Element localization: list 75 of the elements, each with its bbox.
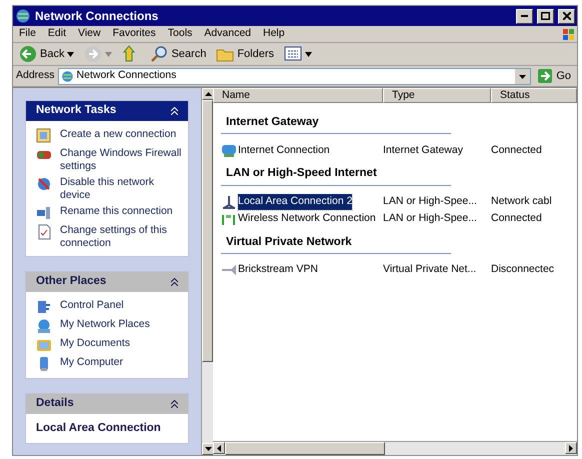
group-header: Internet Gateway <box>221 114 451 134</box>
task-link[interactable]: My Documents <box>36 337 182 353</box>
table-cell-text: Internet Gateway <box>383 142 464 158</box>
task-link[interactable]: Disable this network device <box>36 176 182 202</box>
table-cell-text: Connected <box>491 211 543 226</box>
menu-item[interactable]: View <box>72 26 107 42</box>
table-cell-text: Network cabl <box>491 194 553 210</box>
panel-header[interactable]: Details <box>26 394 188 414</box>
address-label: Address <box>16 68 55 84</box>
column-header[interactable]: Type <box>383 88 491 103</box>
menu-item[interactable]: Help <box>257 26 291 42</box>
connection-name[interactable]: Wireless Network Connection <box>238 211 376 227</box>
scroll-left-icon[interactable] <box>217 444 221 452</box>
table-cell-text: Disconnectec <box>491 262 556 278</box>
network-plug-icon <box>221 194 237 210</box>
search-button[interactable]: Search <box>147 45 210 63</box>
window-title: Network Connections <box>35 8 160 25</box>
table-cell-text: LAN or High-Spee... <box>383 194 478 210</box>
dropdown-arrow-icon <box>67 52 74 56</box>
menu-item[interactable]: Tools <box>162 26 198 42</box>
connection-name[interactable]: Local Area Connection 2 <box>238 194 352 210</box>
globe-icon <box>60 70 74 82</box>
collapse-icon[interactable] <box>171 400 178 408</box>
address-field[interactable]: Network Connections <box>58 68 532 84</box>
gateway-icon <box>221 142 237 159</box>
globe-icon <box>15 8 31 24</box>
close-icon <box>562 12 570 20</box>
minimize-icon <box>521 15 528 17</box>
go-arrow-icon <box>537 68 554 84</box>
collapse-icon[interactable] <box>171 278 178 286</box>
connection-name[interactable]: Internet Connection <box>238 142 330 159</box>
document-check-icon <box>36 224 52 240</box>
folder-icon <box>36 337 52 353</box>
go-button[interactable]: Go <box>534 68 574 84</box>
maximize-icon <box>541 12 550 20</box>
table-cell-text: Connected <box>491 142 543 158</box>
scroll-down-icon[interactable] <box>204 447 212 451</box>
dropdown-arrow-icon <box>305 52 312 56</box>
menu-item[interactable]: File <box>13 26 42 42</box>
column-header[interactable]: Name <box>213 88 383 103</box>
menu-item[interactable]: Favorites <box>106 26 162 42</box>
close-button[interactable] <box>558 8 575 24</box>
panel-header[interactable]: Network Tasks <box>26 101 188 121</box>
table-cell-text: Virtual Private Net... <box>383 262 478 278</box>
menu-item[interactable]: Advanced <box>198 26 257 42</box>
connection-name[interactable]: Brickstream VPN <box>238 262 318 278</box>
disable-icon <box>36 176 52 192</box>
maximize-button[interactable] <box>537 8 554 24</box>
table-cell-text: LAN or High-Spee... <box>383 211 478 226</box>
panel-header[interactable]: Other Places <box>26 272 188 292</box>
back-button[interactable]: Back <box>16 45 78 63</box>
minimize-button[interactable] <box>516 8 533 24</box>
search-icon <box>150 45 168 63</box>
task-link[interactable]: Create a new connection <box>36 128 182 144</box>
task-link[interactable]: Control Panel <box>36 299 182 315</box>
column-header[interactable]: Status <box>491 88 577 103</box>
task-link[interactable]: Change settings of this connection <box>36 224 182 250</box>
new-connection-icon <box>36 128 52 144</box>
views-icon <box>284 45 302 63</box>
scroll-up-icon[interactable] <box>204 92 212 96</box>
group-header: LAN or High-Speed Internet <box>221 165 451 186</box>
network-globe-icon <box>36 318 52 334</box>
rename-icon <box>36 205 52 221</box>
menu-item[interactable]: Edit <box>42 26 72 42</box>
windows-logo-icon <box>561 26 577 42</box>
control-panel-icon <box>36 299 52 315</box>
task-link[interactable]: My Computer <box>36 356 182 372</box>
group-header: Virtual Private Network <box>221 234 451 254</box>
dropdown-arrow-icon <box>105 52 112 56</box>
details-title: Local Area Connection <box>36 421 162 436</box>
folders-button[interactable]: Folders <box>213 45 278 63</box>
task-link[interactable]: Change Windows Firewall settings <box>36 147 182 173</box>
task-link[interactable]: Rename this connection <box>36 205 182 221</box>
scroll-right-icon[interactable] <box>569 444 573 452</box>
task-link[interactable]: My Network Places <box>36 318 182 334</box>
